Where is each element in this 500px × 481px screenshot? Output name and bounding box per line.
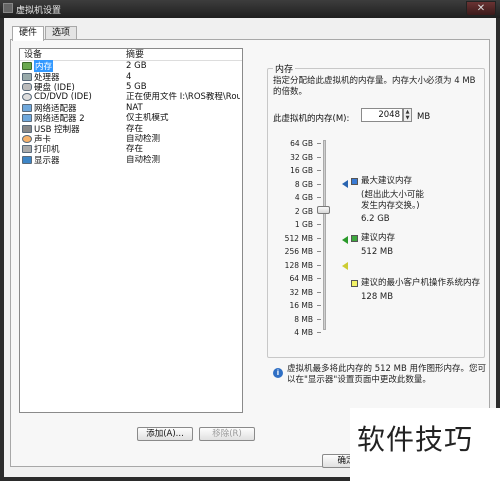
memory-group-title: 内存: [273, 62, 296, 75]
minimum-memory-label: 建议的最小客户机操作系统内存: [361, 278, 481, 288]
cd-dvd-icon: [22, 93, 32, 102]
memory-slider-thumb[interactable]: [317, 206, 330, 214]
device-name: 显示器: [34, 155, 60, 166]
tab-hardware[interactable]: 硬件: [12, 26, 45, 41]
memory-scale-tick: [317, 332, 321, 333]
memory-scale-tick: [317, 156, 321, 158]
info-icon: i: [273, 368, 283, 378]
spin-down-icon[interactable]: ▼: [404, 115, 411, 121]
minimum-memory-marker-icon: [342, 262, 348, 270]
tab-options[interactable]: 选项: [45, 26, 78, 40]
device-summary: 存在: [126, 144, 144, 155]
memory-scale-label: 64 MB: [289, 274, 313, 283]
minimum-memory-value: 128 MB: [361, 292, 394, 302]
device-summary: 正在使用文件 I:\ROS教程\Rout...: [126, 92, 240, 103]
memory-slider-track[interactable]: [323, 140, 326, 330]
recommended-memory-label: 建议内存: [361, 233, 396, 243]
memory-scale-tick: [317, 224, 321, 225]
max-memory-legend-icon: [351, 178, 358, 185]
device-list[interactable]: 设备 摘要 内存 2 GB 处理器 4 硬盘 (IDE) 5 GB CD/DVD (IDE)…: [19, 48, 243, 413]
title-bar[interactable]: 虚拟机设置 ✕: [0, 0, 500, 18]
memory-scale-label: 64 GB: [290, 139, 313, 148]
memory-scale-label: 4 MB: [294, 328, 313, 337]
memory-spinner[interactable]: ▲ ▼: [403, 108, 412, 122]
memory-scale-label: 2 GB: [294, 206, 313, 216]
device-row[interactable]: 显示器 自动检测: [20, 154, 242, 166]
memory-field-label: 此虚拟机的内存(M):: [273, 114, 350, 124]
device-summary: NAT: [126, 102, 143, 113]
device-list-header: 设备 摘要: [20, 49, 242, 61]
memory-scale-tick: [317, 197, 321, 198]
display-icon: [22, 155, 32, 164]
memory-scale-label: 8 GB: [294, 179, 313, 189]
device-column-header[interactable]: 设备: [20, 49, 122, 60]
max-memory-label: 最大建议内存: [361, 176, 413, 186]
app-icon: [3, 3, 13, 13]
memory-scale-tick: [317, 143, 321, 144]
usb-controller-icon: [22, 124, 32, 133]
memory-scale-label: 16 MB: [289, 301, 313, 310]
add-device-button[interactable]: 添加(A)...: [137, 427, 193, 441]
memory-scale-tick: [317, 305, 321, 306]
window-title: 虚拟机设置: [16, 6, 62, 16]
remove-device-button[interactable]: 移除(R): [199, 427, 255, 441]
device-summary: 4: [126, 71, 132, 82]
memory-icon: [22, 62, 32, 71]
hard-disk-icon: [22, 82, 32, 91]
minimum-memory-legend-icon: [351, 280, 358, 287]
memory-scale-tick: [317, 291, 321, 293]
memory-scale-label: 16 GB: [290, 166, 313, 175]
device-row[interactable]: 硬盘 (IDE) 5 GB: [20, 81, 242, 93]
memory-scale-label: 256 MB: [284, 247, 313, 256]
memory-input[interactable]: 2048: [361, 108, 403, 122]
device-summary: 存在: [126, 123, 144, 134]
memory-scale-tick: [317, 251, 321, 252]
device-name: 硬盘 (IDE): [34, 82, 75, 93]
max-memory-note: (超出此大小可能发生内存交换。): [361, 190, 424, 211]
memory-scale-tick: [317, 264, 321, 266]
max-memory-marker-icon: [342, 180, 348, 188]
device-summary: 5 GB: [126, 81, 147, 92]
memory-scale-label: 8 MB: [294, 314, 313, 324]
close-button[interactable]: ✕: [466, 1, 496, 16]
memory-scale-label: 1 GB: [294, 220, 313, 229]
device-summary: 自动检测: [126, 133, 161, 144]
watermark-text: 软件技巧: [357, 423, 474, 456]
memory-scale-label: 512 MB: [284, 233, 313, 243]
memory-scale-tick: [317, 237, 321, 239]
memory-scale-label: 4 GB: [294, 193, 313, 202]
memory-scale-label: 32 GB: [290, 152, 313, 162]
network-adapter-icon: [22, 114, 32, 123]
graphics-memory-info: 虚拟机最多将此内存的 512 MB 用作图形内存。您可以在"显示器"设置页面中更…: [287, 364, 486, 385]
tab-strip: 硬件 选项: [12, 26, 78, 41]
memory-scale-tick: [317, 318, 321, 320]
device-name-cell: 硬盘 (IDE): [20, 81, 122, 93]
device-summary: 仅主机模式: [126, 113, 169, 124]
memory-scale-tick: [317, 183, 321, 185]
recommended-memory-marker-icon: [342, 236, 348, 244]
memory-scale-tick: [317, 170, 321, 171]
memory-scale-label: 32 MB: [289, 287, 313, 297]
device-summary: 2 GB: [126, 61, 147, 72]
device-summary: 自动检测: [126, 154, 161, 165]
device-name-cell: 显示器: [20, 154, 122, 166]
recommended-memory-value: 512 MB: [361, 247, 394, 257]
recommended-memory-legend-icon: [351, 235, 358, 242]
memory-scale-label: 128 MB: [284, 260, 313, 270]
memory-scale-tick: [317, 278, 321, 279]
printer-icon: [22, 145, 32, 154]
network-adapter-icon: [22, 103, 32, 112]
sound-card-icon: [22, 134, 32, 143]
memory-description: 指定分配给此虚拟机的内存量。内存大小必须为 4 MB 的倍数。: [273, 76, 476, 97]
cpu-icon: [22, 72, 32, 81]
max-memory-value: 6.2 GB: [361, 214, 390, 224]
memory-unit: MB: [417, 112, 431, 122]
summary-column-header[interactable]: 摘要: [122, 49, 240, 60]
hardware-panel: 设备 摘要 内存 2 GB 处理器 4 硬盘 (IDE) 5 GB CD/DVD (IDE)…: [10, 39, 490, 467]
